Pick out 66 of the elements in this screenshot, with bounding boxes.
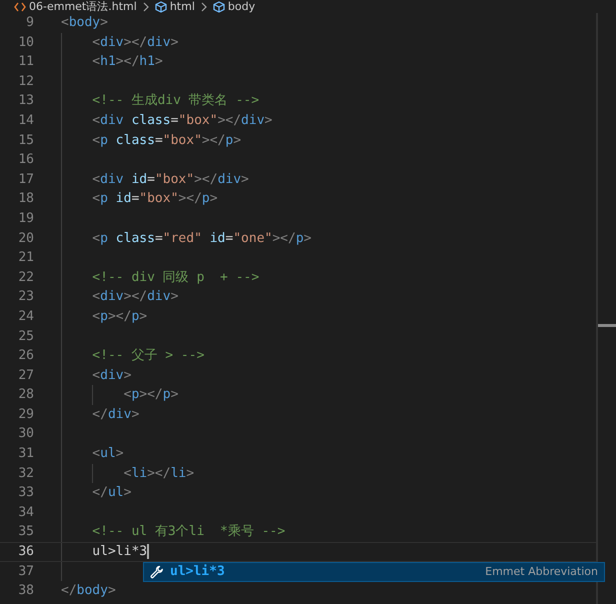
line-number: 26 bbox=[17, 347, 34, 366]
code-line: ul>li*3 bbox=[91, 544, 148, 560]
line-number: 28 bbox=[17, 386, 34, 404]
line-number: 10 bbox=[17, 34, 34, 52]
line-number: 11 bbox=[17, 53, 34, 72]
suggestion-item[interactable]: ul>li*3 Emmet Abbreviation bbox=[143, 562, 605, 582]
line-number: 23 bbox=[17, 288, 34, 306]
breadcrumb-item[interactable]: body bbox=[212, 0, 256, 13]
code-line: <div class="box"></div> bbox=[91, 112, 272, 128]
line-number: 25 bbox=[17, 328, 34, 346]
line-number: 19 bbox=[17, 210, 34, 228]
breadcrumb-item[interactable]: 06-emmet语法.html bbox=[14, 0, 137, 13]
line-number: 14 bbox=[17, 112, 34, 130]
code-line: <div id="box"></div> bbox=[91, 172, 249, 187]
breadcrumb-item[interactable]: html bbox=[154, 0, 195, 13]
suggestion-detail: Emmet Abbreviation bbox=[485, 564, 598, 580]
code-line: <ul> bbox=[91, 446, 124, 462]
line-number: 34 bbox=[17, 504, 34, 522]
code-line: <p></p> bbox=[122, 387, 178, 402]
line-number: 27 bbox=[17, 366, 34, 385]
line-number: 9 bbox=[25, 14, 34, 32]
line-number: 21 bbox=[17, 249, 34, 268]
line-number: 12 bbox=[17, 72, 34, 91]
wrench-icon bbox=[150, 564, 164, 579]
line-number: 33 bbox=[17, 484, 34, 502]
code-line: <li></li> bbox=[122, 466, 194, 481]
line-number: 29 bbox=[17, 406, 34, 424]
code-line: <!-- 生成div 带类名 --> bbox=[91, 93, 260, 108]
line-number: 15 bbox=[17, 132, 34, 150]
line-number: 31 bbox=[17, 445, 34, 464]
code-line: <p class="red" id="one"></p> bbox=[91, 230, 312, 246]
cube-icon bbox=[212, 0, 225, 12]
code-line: <p class="box"></p> bbox=[91, 132, 242, 148]
code-line: <!-- 父子 > --> bbox=[91, 348, 204, 364]
code-line: </ul> bbox=[91, 485, 132, 500]
line-number: 30 bbox=[17, 425, 34, 444]
code-line: <p id="box"></p> bbox=[91, 191, 218, 206]
line-number: 32 bbox=[17, 464, 34, 483]
chevron-icon bbox=[142, 2, 150, 12]
line-number: 18 bbox=[17, 190, 34, 208]
line-number: 13 bbox=[17, 92, 34, 110]
line-number: 37 bbox=[17, 562, 34, 581]
code-line: <div></div> bbox=[91, 289, 178, 304]
line-number: 16 bbox=[17, 151, 34, 170]
ruler-mark bbox=[598, 324, 616, 327]
text-cursor bbox=[147, 544, 150, 559]
line-number: 22 bbox=[17, 268, 34, 287]
code-icon bbox=[14, 2, 26, 12]
line-number: 24 bbox=[17, 308, 34, 326]
line-number: 17 bbox=[17, 170, 34, 189]
code-line: <!-- div 同级 p + --> bbox=[91, 270, 260, 285]
line-number: 38 bbox=[17, 582, 34, 600]
suggestion-label: ul>li*3 bbox=[170, 562, 225, 580]
code-line: <p></p> bbox=[91, 308, 148, 324]
code-line: <div></div> bbox=[91, 34, 178, 50]
code-line: <h1></h1> bbox=[91, 54, 163, 70]
line-number: 20 bbox=[17, 230, 34, 248]
code-line: <div> bbox=[91, 368, 132, 383]
code-line: </body> bbox=[61, 583, 116, 598]
line-number: 36 bbox=[17, 543, 34, 561]
line-number: 35 bbox=[17, 523, 34, 542]
code-line: <body> bbox=[61, 15, 108, 30]
chevron-icon bbox=[200, 2, 208, 12]
code-line: <!-- ul 有3个li *乘号 --> bbox=[91, 524, 286, 540]
code-line: </div> bbox=[91, 406, 140, 422]
cube-icon bbox=[154, 0, 167, 12]
